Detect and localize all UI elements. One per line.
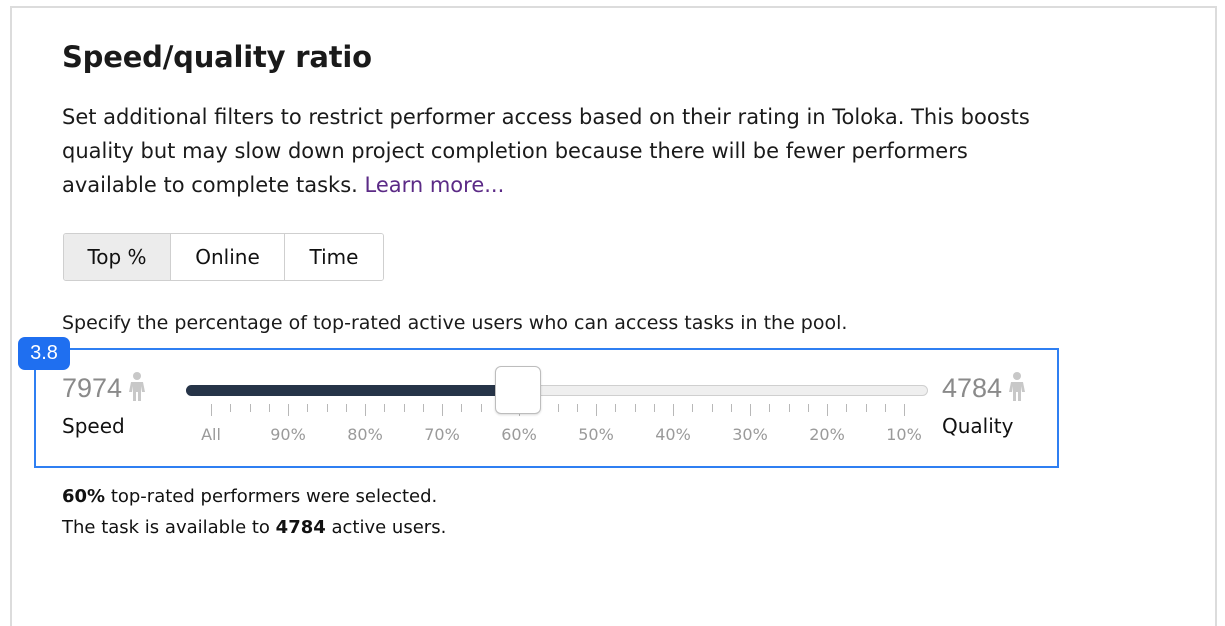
slider-minor-tick xyxy=(788,404,790,412)
person-icon xyxy=(129,372,146,401)
slider-minor-tick xyxy=(230,404,232,412)
slider-tick xyxy=(288,404,289,416)
slider-tick-label: 20% xyxy=(809,425,845,444)
slider-tick xyxy=(827,404,828,416)
slider-tick-label: 30% xyxy=(732,425,768,444)
slider-minor-tick xyxy=(422,404,424,412)
tab-top-percent[interactable]: Top % xyxy=(64,234,171,280)
slider-tick xyxy=(750,404,751,416)
slider-thumb[interactable] xyxy=(495,366,541,414)
selection-summary: 60% top-rated performers were selected. xyxy=(62,486,437,507)
slider-tick-label: 80% xyxy=(347,425,383,444)
slider-tick xyxy=(596,404,597,416)
filter-tabs: Top % Online Time xyxy=(63,233,384,281)
slider-minor-tick xyxy=(615,404,617,412)
person-icon xyxy=(1009,372,1026,401)
slider-minor-tick xyxy=(461,404,463,412)
slider-minor-tick xyxy=(653,404,655,412)
slider-minor-tick xyxy=(268,404,270,412)
slider-highlight-box xyxy=(34,348,1059,468)
slider-minor-tick xyxy=(692,404,694,412)
quality-count-value: 4784 xyxy=(942,373,1003,403)
tab-time[interactable]: Time xyxy=(285,234,383,280)
quality-label: Quality xyxy=(942,414,1014,438)
slider-minor-tick xyxy=(865,404,867,412)
page-title: Speed/quality ratio xyxy=(62,40,372,74)
slider-minor-tick xyxy=(846,404,848,412)
slider-minor-tick xyxy=(807,404,809,412)
slider-hint: Specify the percentage of top-rated acti… xyxy=(62,312,848,334)
slider-minor-tick xyxy=(711,404,713,412)
annotation-badge: 3.8 xyxy=(18,337,70,370)
description: Set additional filters to restrict perfo… xyxy=(62,100,1062,202)
slider-tick xyxy=(211,404,212,416)
slider-tick-label: 60% xyxy=(501,425,537,444)
selection-summary-text: top-rated performers were selected. xyxy=(105,486,438,507)
slider-minor-tick xyxy=(307,404,309,412)
slider-tick-label: 50% xyxy=(578,425,614,444)
slider-tick-label: 90% xyxy=(270,425,306,444)
slider-minor-tick xyxy=(249,404,251,412)
slider-minor-tick xyxy=(403,404,405,412)
slider-tick xyxy=(365,404,366,416)
availability-summary: The task is available to 4784 active use… xyxy=(62,517,446,538)
availability-prefix: The task is available to xyxy=(62,517,276,538)
selected-percent: 60% xyxy=(62,486,106,507)
slider-minor-tick xyxy=(480,404,482,412)
slider-minor-tick xyxy=(557,404,559,412)
slider-tick xyxy=(904,404,905,416)
slider-tick xyxy=(673,404,674,416)
tab-online[interactable]: Online xyxy=(171,234,285,280)
slider-minor-tick xyxy=(884,404,886,412)
slider-minor-tick xyxy=(769,404,771,412)
learn-more-link[interactable]: Learn more... xyxy=(364,173,504,197)
slider-tick-label: 40% xyxy=(655,425,691,444)
slider-tick xyxy=(442,404,443,416)
slider-minor-tick xyxy=(730,404,732,412)
available-users-count: 4784 xyxy=(275,517,326,538)
availability-suffix: active users. xyxy=(325,517,447,538)
speed-count-value: 7974 xyxy=(62,373,123,403)
slider-tick-label: All xyxy=(201,425,221,444)
slider-tick-label: 70% xyxy=(424,425,460,444)
slider-minor-tick xyxy=(384,404,386,412)
slider-tick-label: 10% xyxy=(886,425,922,444)
slider-fill xyxy=(186,385,518,396)
description-text: Set additional filters to restrict perfo… xyxy=(62,105,1030,197)
slider-minor-tick xyxy=(326,404,328,412)
slider-minor-tick xyxy=(576,404,578,412)
slider-minor-tick xyxy=(345,404,347,412)
speed-label: Speed xyxy=(62,414,125,438)
speed-count: 7974 xyxy=(62,371,148,404)
quality-count: 4784 xyxy=(942,371,1028,404)
slider-minor-tick xyxy=(634,404,636,412)
